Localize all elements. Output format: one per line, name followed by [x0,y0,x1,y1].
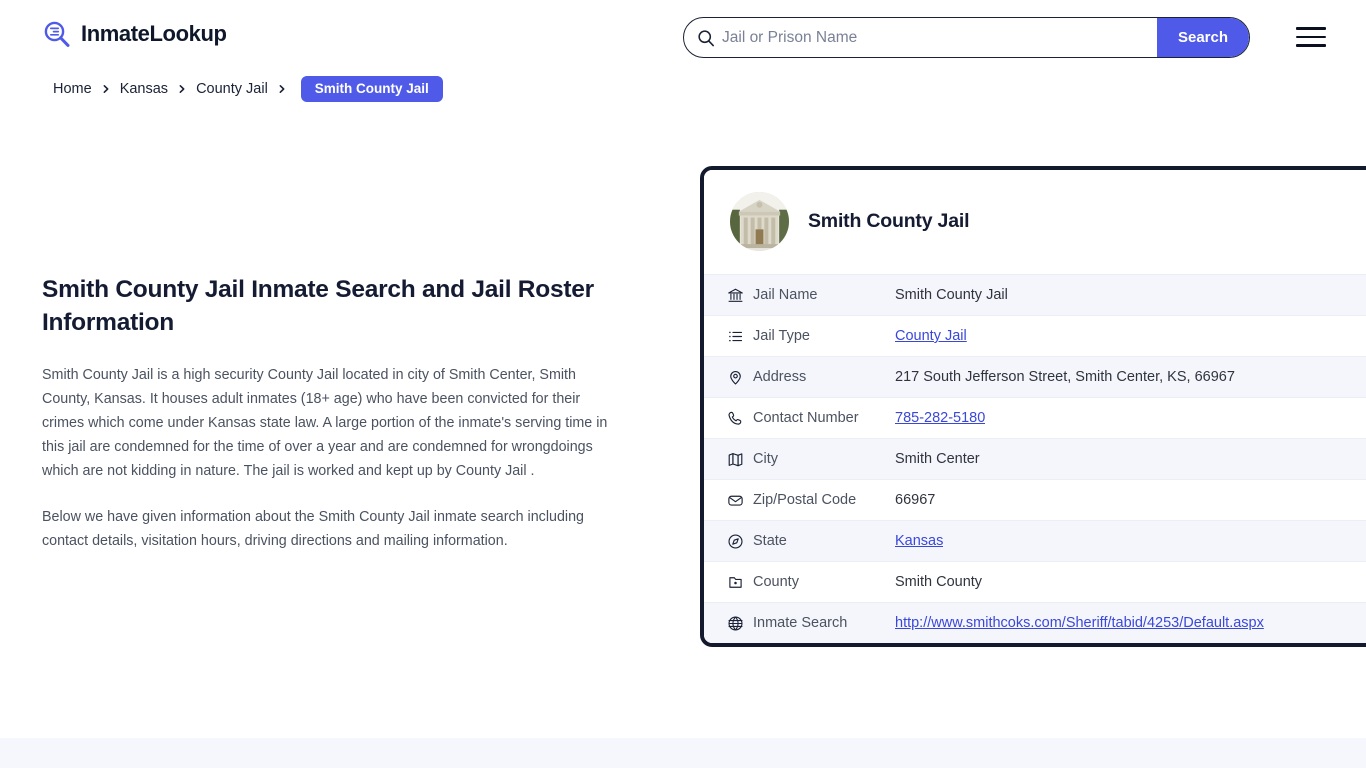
chevron-right-icon [177,84,187,94]
row-label: Address [753,369,807,385]
breadcrumb-item-home[interactable]: Home [52,81,93,97]
table-row: County Smith County [704,561,1366,602]
row-label: Jail Name [753,287,818,303]
envelope-icon [727,492,753,509]
row-value-link[interactable]: Kansas [895,533,943,549]
table-row: State Kansas [704,520,1366,561]
chevron-right-icon [277,84,287,94]
globe-icon [727,615,753,632]
row-value: Smith Center [895,451,980,467]
search-input[interactable] [722,18,1157,57]
breadcrumb-item-kansas[interactable]: Kansas [119,81,169,97]
bank-icon [727,287,753,304]
row-value-link[interactable]: 785-282-5180 [895,410,985,426]
search-icon [684,29,722,47]
chevron-right-icon [101,84,111,94]
hamburger-line [1296,35,1326,39]
logo-text: InmateLookup [81,21,227,46]
compass-icon [727,533,753,550]
footer-strip [0,738,1366,768]
row-value-link[interactable]: http://www.smithcoks.com/Sheriff/tabid/4… [895,615,1264,631]
card-title: Smith County Jail [808,210,970,232]
jail-info-card: Smith County Jail Jail Name Smith County… [700,166,1366,647]
table-row: Contact Number 785-282-5180 [704,397,1366,438]
table-row: Jail Name Smith County Jail [704,274,1366,315]
page-title: Smith County Jail Inmate Search and Jail… [42,276,594,336]
phone-icon [727,410,753,427]
table-row: Jail Type County Jail [704,315,1366,356]
breadcrumb-item-county-jail[interactable]: County Jail [195,81,269,97]
breadcrumb: Home Kansas County Jail Smith County Jai… [52,76,443,102]
magnifier-list-icon [42,19,72,49]
site-logo[interactable]: InmateLookup [42,19,227,49]
table-row: Zip/Postal Code 66967 [704,479,1366,520]
row-label: State [753,533,787,549]
map-pin-icon [727,369,753,386]
row-value-link[interactable]: County Jail [895,328,967,344]
card-header: Smith County Jail [704,170,1366,274]
description-paragraph-1: Smith County Jail is a high security Cou… [42,367,608,480]
map-icon [727,451,753,468]
table-row: Inmate Search http://www.smithcoks.com/S… [704,602,1366,643]
hamburger-line [1296,44,1326,47]
hamburger-line [1296,27,1326,30]
main-content: Smith County Jail Inmate Search and Jail… [42,274,624,575]
site-header: InmateLookup Search [0,0,1366,74]
table-row: Address 217 South Jefferson Street, Smit… [704,356,1366,397]
region-icon [727,574,753,591]
row-label: Contact Number [753,410,859,426]
row-label: City [753,451,778,467]
description-paragraph-2: Below we have given information about th… [42,509,584,550]
row-label: Zip/Postal Code [753,492,857,508]
table-row: City Smith Center [704,438,1366,479]
breadcrumb-item-current: Smith County Jail [300,76,443,102]
search-bar[interactable]: Search [683,17,1250,58]
hamburger-menu-icon[interactable] [1296,24,1328,50]
row-value: Smith County Jail [895,287,1008,303]
row-value: 66967 [895,492,936,508]
row-label: Inmate Search [753,615,848,631]
row-label: County [753,574,799,590]
courthouse-photo [730,192,789,251]
search-button[interactable]: Search [1157,18,1249,57]
row-value: 217 South Jefferson Street, Smith Center… [895,369,1235,385]
row-label: Jail Type [753,328,810,344]
list-icon [727,328,753,345]
row-value: Smith County [895,574,983,590]
